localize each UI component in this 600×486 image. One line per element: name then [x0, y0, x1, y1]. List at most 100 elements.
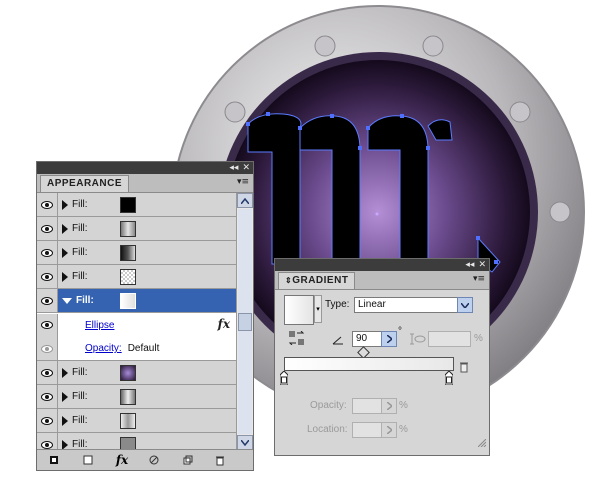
opacity-row[interactable]: Opacity: Default [37, 337, 236, 361]
panel-menu-button[interactable]: ▾≡ [237, 177, 249, 187]
fill-swatch[interactable] [120, 389, 136, 405]
fill-row-selected[interactable]: Fill: [37, 289, 236, 313]
expand-triangle-icon[interactable] [62, 271, 68, 282]
fill-swatch[interactable] [120, 197, 136, 213]
gradient-preview-swatch[interactable] [284, 295, 314, 325]
fill-swatch[interactable] [120, 293, 136, 309]
fill-label: Fill: [72, 367, 88, 378]
visibility-eye-icon[interactable] [37, 409, 58, 432]
aspect-ratio-icon [410, 332, 426, 350]
fill-swatch[interactable] [120, 221, 136, 237]
collapse-panel-button[interactable]: ◂◂ [229, 162, 238, 174]
ellipse-effect-link[interactable]: Ellipse [85, 320, 114, 331]
swatch-dropdown-arrow-icon[interactable]: ▾ [314, 295, 322, 323]
fill-row[interactable]: Fill: [37, 385, 236, 409]
angle-input[interactable]: 90 [352, 331, 382, 347]
expand-triangle-icon[interactable] [62, 391, 68, 402]
fx-icon[interactable]: fx [218, 317, 230, 331]
visibility-eye-icon[interactable] [37, 313, 58, 337]
trash-icon[interactable] [213, 453, 227, 467]
scroll-track[interactable] [238, 209, 252, 434]
visibility-eye-icon[interactable] [37, 193, 58, 216]
fill-row[interactable]: Fill: [37, 193, 236, 217]
close-panel-button[interactable]: ✕ [478, 259, 486, 271]
collapse-panel-button[interactable]: ◂◂ [465, 259, 474, 271]
clear-appearance-icon[interactable] [147, 453, 161, 467]
gradient-stop-right[interactable] [444, 370, 454, 386]
fill-row[interactable]: Fill: [37, 433, 236, 450]
visibility-eye-icon[interactable] [37, 265, 58, 288]
visibility-eye-icon[interactable] [37, 337, 58, 360]
delete-stop-icon[interactable] [459, 360, 469, 378]
panel-menu-button[interactable]: ▾≡ [473, 274, 485, 284]
add-fill-icon[interactable] [81, 453, 95, 467]
ellipse-effect-row[interactable]: Ellipse fx [37, 313, 236, 337]
duplicate-item-icon[interactable] [181, 453, 195, 467]
angle-icon [332, 332, 344, 350]
visibility-eye-icon[interactable] [37, 217, 58, 240]
fill-row[interactable]: Fill: [37, 409, 236, 433]
expand-triangle-icon[interactable] [62, 439, 68, 450]
collapse-triangle-icon[interactable] [62, 297, 72, 304]
panel-bottom-toolbar: fx [37, 449, 253, 470]
scroll-up-button[interactable] [237, 193, 253, 208]
visibility-eye-icon[interactable] [37, 433, 58, 450]
fill-row[interactable]: Fill: [37, 217, 236, 241]
gradient-tab-label: GRADIENT [292, 275, 349, 286]
location-input [352, 422, 382, 438]
vertical-scrollbar[interactable] [236, 193, 253, 450]
visibility-eye-icon[interactable] [37, 361, 58, 384]
opacity-dropdown-button [381, 398, 397, 414]
fill-swatch[interactable] [120, 413, 136, 429]
center-point [375, 212, 379, 216]
fill-row[interactable]: Fill: [37, 241, 236, 265]
visibility-eye-icon[interactable] [37, 385, 58, 408]
expand-triangle-icon[interactable] [62, 199, 68, 210]
gradient-type-select[interactable]: Linear [354, 297, 458, 313]
gradient-ramp[interactable] [284, 357, 454, 371]
fill-swatch[interactable] [120, 365, 136, 381]
location-label: Location: [307, 424, 348, 435]
location-dropdown-button [381, 422, 397, 438]
fill-row[interactable]: Fill: [37, 361, 236, 385]
appearance-panel: ◂◂ ✕ APPEARANCE ▾≡ Fill: Fill: Fill: Fil… [36, 161, 254, 471]
fill-label: Fill: [72, 415, 88, 426]
fill-label: Fill: [76, 295, 94, 306]
aspect-percent: % [474, 333, 483, 344]
fill-label: Fill: [72, 223, 88, 234]
gradient-panel: ◂◂ ✕ ⇕GRADIENT ▾≡ ▾ Type: Linear 90 ° % … [274, 258, 490, 456]
visibility-eye-icon[interactable] [37, 289, 58, 312]
gradient-stop-left[interactable] [279, 370, 289, 386]
fill-label: Fill: [72, 391, 88, 402]
expand-triangle-icon[interactable] [62, 367, 68, 378]
scroll-down-button[interactable] [237, 435, 253, 450]
fill-swatch[interactable] [120, 269, 136, 285]
expand-triangle-icon[interactable] [62, 223, 68, 234]
tab-gradient[interactable]: ⇕GRADIENT [278, 272, 356, 289]
scroll-thumb[interactable] [238, 313, 252, 331]
type-label: Type: [325, 299, 350, 310]
opacity-value: Default [127, 343, 160, 354]
panel-titlebar[interactable]: ◂◂ ✕ [37, 162, 253, 174]
panel-titlebar[interactable]: ◂◂ ✕ [275, 259, 489, 271]
opacity-input [352, 398, 382, 414]
opacity-percent: % [399, 400, 408, 411]
opacity-label: Opacity: [310, 400, 347, 411]
expand-triangle-icon[interactable] [62, 415, 68, 426]
tab-appearance[interactable]: APPEARANCE [40, 175, 130, 192]
visibility-eye-icon[interactable] [37, 241, 58, 264]
close-panel-button[interactable]: ✕ [242, 162, 250, 174]
fill-swatch[interactable] [120, 245, 136, 261]
add-effect-fx-icon[interactable]: fx [115, 453, 129, 467]
degree-symbol: ° [398, 326, 402, 337]
aspect-ratio-input [428, 331, 471, 347]
type-dropdown-button[interactable] [457, 297, 473, 313]
new-art-basic-icon[interactable] [47, 453, 61, 467]
reverse-gradient-icon[interactable] [288, 330, 305, 346]
resize-grip-icon[interactable] [477, 434, 487, 452]
expand-triangle-icon[interactable] [62, 247, 68, 258]
opacity-link[interactable]: Opacity: [85, 343, 122, 354]
angle-dropdown-button[interactable] [381, 331, 397, 347]
fill-row[interactable]: Fill: [37, 265, 236, 289]
panel-tab-row: APPEARANCE ▾≡ [37, 174, 253, 193]
